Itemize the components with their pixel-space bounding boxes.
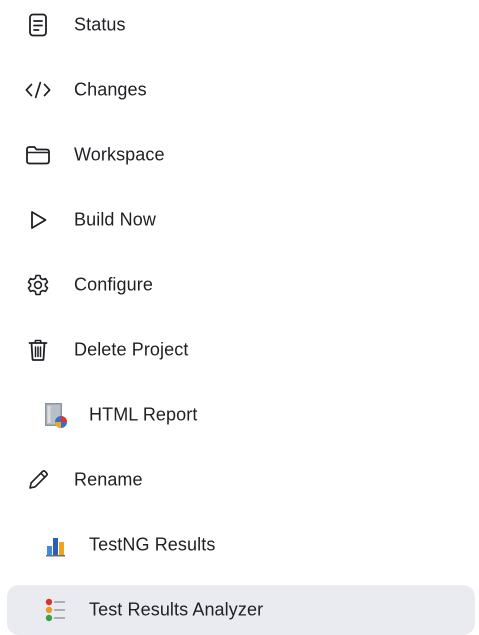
sidebar-item-label: Status [74,14,126,35]
sidebar-item-html-report[interactable]: HTML Report [0,390,479,440]
test-results-analyzer-icon [41,595,71,625]
sidebar-item-label: Build Now [74,209,156,230]
pencil-icon [25,467,51,493]
sidebar-item-changes[interactable]: Changes [0,65,479,115]
sidebar-item-configure[interactable]: Configure [0,260,479,310]
sidebar-item-label: Workspace [74,144,165,165]
html-report-icon [41,400,71,430]
trash-icon [25,337,51,363]
sidebar-menu: Status Changes Workspace Build Now Confi… [0,0,479,635]
sidebar-item-label: Delete Project [74,339,189,360]
code-icon [25,77,51,103]
play-icon [25,207,51,233]
sidebar-item-label: HTML Report [89,404,198,425]
sidebar-item-delete-project[interactable]: Delete Project [0,325,479,375]
status-icon [25,12,51,38]
bar-chart-icon [41,530,71,560]
folder-icon [25,142,51,168]
sidebar-item-label: Configure [74,274,153,295]
sidebar-item-rename[interactable]: Rename [0,455,479,505]
sidebar-item-testng-results[interactable]: TestNG Results [0,520,479,570]
gear-icon [25,272,51,298]
sidebar-item-label: Rename [74,469,143,490]
sidebar-item-label: Test Results Analyzer [89,599,264,620]
sidebar-item-build-now[interactable]: Build Now [0,195,479,245]
sidebar-item-workspace[interactable]: Workspace [0,130,479,180]
sidebar-item-test-results-analyzer[interactable]: Test Results Analyzer [0,583,479,635]
sidebar-item-label: Changes [74,79,147,100]
sidebar-item-label: TestNG Results [89,534,216,555]
sidebar-item-status[interactable]: Status [0,0,479,50]
